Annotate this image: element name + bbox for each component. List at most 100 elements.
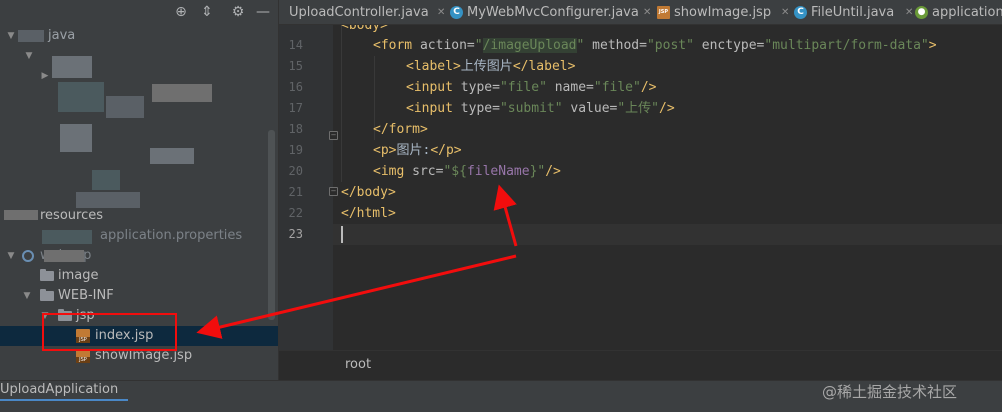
expand-arrow-icon[interactable]: ▼ — [24, 46, 34, 66]
redacted-block — [150, 148, 194, 164]
code-line: </html> — [341, 203, 396, 224]
code-token: <p> — [373, 143, 397, 158]
code-token: <body> — [341, 25, 388, 33]
redacted-block — [52, 56, 92, 78]
code-token: fileName — [466, 164, 530, 179]
code-token: <form — [373, 38, 420, 53]
tab-my-web-mvc-configurer[interactable]: C MyWebMvcConfigurer.java ✕ — [447, 0, 651, 25]
tree-item-resources[interactable]: resources — [0, 206, 278, 226]
gear-icon[interactable]: ⚙ — [229, 3, 247, 21]
breadcrumb-item-root[interactable]: root — [345, 357, 371, 372]
tree-item-class[interactable]: ▶ — [0, 66, 278, 86]
redacted-block — [58, 82, 104, 112]
fold-marker-icon[interactable]: − — [329, 131, 338, 140]
class-icon: C — [794, 6, 807, 19]
code-line: <input type="file" name="file"/> — [406, 77, 657, 98]
tree-item-label: java — [48, 28, 76, 43]
tab-label: FileUntil.java — [811, 5, 895, 20]
code-token: /> — [640, 80, 657, 95]
collapse-icon[interactable]: ⇕ — [198, 3, 216, 21]
tree-scrollbar[interactable] — [268, 130, 275, 320]
tree-item-label: WEB-INF — [58, 288, 114, 303]
line-number: 22 — [288, 206, 303, 220]
code-token: </html> — [341, 206, 396, 221]
code-token: method= — [584, 38, 647, 53]
code-line: <form action="/imageUpload" method="post… — [373, 35, 937, 56]
project-toolbar: ⊕ ⇕ ⚙ — — [0, 0, 278, 24]
code-token: value= — [562, 101, 618, 116]
tab-label: showImage.jsp — [674, 5, 772, 20]
code-token: <img — [373, 164, 413, 179]
expand-arrow-icon[interactable]: ▼ — [6, 26, 16, 46]
tree-item-package[interactable]: ▼ — [0, 46, 278, 66]
expand-arrow-icon[interactable]: ▼ — [22, 286, 32, 306]
code-line: </form> — [373, 119, 428, 140]
code-token: "post" — [646, 38, 694, 53]
line-number: 18 — [288, 122, 303, 136]
tree-item-web-inf[interactable]: ▼ WEB-INF — [0, 286, 278, 306]
code-token: " — [474, 38, 483, 53]
code-token: type= — [460, 101, 500, 116]
redacted-block — [18, 30, 44, 42]
tree-item-label: image — [58, 268, 99, 283]
code-token: > — [928, 38, 937, 53]
code-token: "submit" — [499, 101, 563, 116]
code-token: <input — [406, 101, 461, 116]
code-token: </form> — [373, 122, 428, 137]
code-token: "file" — [499, 80, 547, 95]
expand-arrow-icon[interactable]: ▼ — [6, 246, 16, 266]
tree-item-image[interactable]: image — [0, 266, 278, 286]
folder-icon — [40, 289, 54, 301]
tab-upload-controller[interactable]: UploadController.java ✕ — [269, 0, 445, 25]
line-number: 21 — [288, 185, 303, 199]
tab-show-image-jsp[interactable]: JSP showImage.jsp ✕ — [654, 0, 789, 25]
tab-application[interactable]: ● application. — [912, 0, 1002, 25]
code-token: type= — [460, 80, 500, 95]
code-token: </body> — [341, 185, 396, 200]
editor-tab-bar: UploadController.java ✕ C MyWebMvcConfig… — [279, 0, 1002, 25]
code-token: "file" — [593, 80, 641, 95]
crosshair-icon[interactable]: ⊕ — [172, 3, 190, 21]
line-number-gutter: 14 15 16 17 18 19 20 21 22 23 − − — [279, 25, 338, 350]
line-number: 19 — [288, 143, 303, 157]
expand-arrow-icon[interactable]: ▶ — [40, 66, 50, 86]
tab-label: UploadController.java — [289, 5, 429, 20]
code-token: /> — [659, 101, 675, 116]
tab-label: MyWebMvcConfigurer.java — [467, 5, 639, 20]
code-token: "${ — [443, 164, 467, 179]
line-number: 16 — [288, 80, 303, 94]
code-token: </p> — [430, 143, 462, 158]
redacted-block — [152, 84, 212, 102]
redacted-block — [60, 124, 92, 152]
close-icon[interactable]: ✕ — [437, 0, 445, 25]
redacted-block — [42, 230, 92, 244]
line-number: 15 — [288, 59, 303, 73]
run-tool-window-bar: UploadApplication @稀土掘金技术社区 — [0, 380, 1002, 412]
class-icon: C — [450, 6, 463, 19]
code-token: src= — [412, 164, 444, 179]
tab-file-until[interactable]: C FileUntil.java ✕ — [791, 0, 913, 25]
text-caret — [341, 226, 343, 243]
code-token: enctype= — [693, 38, 765, 53]
code-token: <input — [406, 80, 461, 95]
indent-guide — [341, 25, 342, 182]
code-token: /imageUpload — [482, 38, 577, 53]
line-number: 23 — [288, 227, 303, 241]
close-icon[interactable]: ✕ — [781, 0, 789, 25]
folder-icon — [40, 269, 54, 281]
code-token: <label> — [406, 59, 461, 74]
tree-item-webapp[interactable]: ▼ webapp — [0, 246, 278, 266]
fold-marker-icon[interactable]: − — [329, 187, 338, 196]
code-line: </body> — [341, 182, 396, 203]
code-token: </label> — [512, 59, 576, 74]
tab-run-configuration[interactable]: UploadApplication — [0, 381, 129, 401]
redacted-block — [106, 96, 144, 118]
code-editor[interactable]: 14 15 16 17 18 19 20 21 22 23 − − <body>… — [279, 25, 1002, 350]
jsp-icon: JSP — [657, 6, 670, 19]
tree-item-label: resources — [40, 208, 104, 223]
tree-item-properties[interactable]: application.properties — [0, 226, 278, 246]
close-icon[interactable]: ✕ — [643, 0, 651, 25]
line-number: 14 — [288, 38, 303, 52]
code-line: <p>图片:</p> — [373, 140, 462, 161]
code-line: <input type="submit" value="上传"/> — [406, 98, 675, 119]
